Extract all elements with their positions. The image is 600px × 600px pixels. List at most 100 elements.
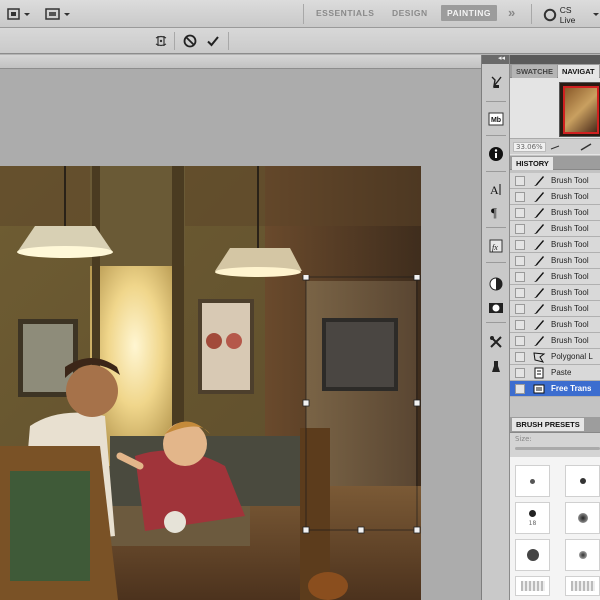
navigator-thumbnail[interactable]	[559, 82, 600, 137]
warp-button[interactable]	[152, 32, 170, 50]
history-snapshot-checkbox[interactable]	[515, 303, 525, 314]
panel-dock-header: ◂◂	[498, 54, 600, 64]
history-snapshot-checkbox[interactable]	[515, 223, 525, 234]
history-snapshot-checkbox[interactable]	[515, 335, 525, 346]
brush-size-label: Size:	[515, 435, 532, 443]
tab-swatches[interactable]: SWATCHE	[512, 65, 557, 78]
history-snapshot-checkbox[interactable]	[515, 367, 525, 378]
history-state[interactable]: Brush Tool	[510, 333, 600, 349]
brush-icon	[532, 270, 546, 284]
brush-presets-tab-row: BRUSH PRESETS	[510, 417, 600, 433]
character-icon: A	[490, 183, 501, 197]
history-snapshot-checkbox[interactable]	[515, 207, 525, 218]
brush-icon	[532, 302, 546, 316]
character-panel-button[interactable]: A	[487, 180, 505, 198]
commit-transform-button[interactable]	[204, 32, 222, 50]
svg-text:Mb: Mb	[491, 117, 501, 124]
zoom-out-icon[interactable]	[550, 143, 560, 151]
cslive-button[interactable]: CS Live	[543, 5, 600, 25]
clone-source-panel-button[interactable]	[487, 357, 505, 375]
history-state[interactable]: Brush Tool	[510, 269, 600, 285]
history-state[interactable]: Polygonal L	[510, 349, 600, 365]
workspace-essentials[interactable]: ESSENTIALS	[316, 8, 374, 18]
brush-presets-panel: Size: 18	[510, 433, 600, 600]
brush-icon	[532, 318, 546, 332]
workspace-design[interactable]: DESIGN	[392, 8, 428, 18]
history-state[interactable]: Brush Tool	[510, 253, 600, 269]
document-area	[0, 55, 481, 600]
brush-preset[interactable]	[515, 576, 550, 596]
history-state-label: Polygonal L	[551, 352, 593, 361]
masks-panel-button[interactable]	[487, 299, 505, 317]
mini-bridge-icon: Mb	[488, 112, 504, 126]
arrange-documents-button[interactable]	[44, 6, 72, 22]
screen-mode-button[interactable]	[6, 6, 32, 22]
divider	[486, 262, 506, 263]
history-snapshot-checkbox[interactable]	[515, 239, 525, 250]
document-tab-bar[interactable]	[0, 55, 481, 69]
history-state-label: Free Trans	[551, 384, 592, 393]
free-transform-icon	[532, 382, 546, 396]
brush-icon	[532, 174, 546, 188]
history-snapshot-checkbox[interactable]	[515, 255, 525, 266]
history-state[interactable]: Brush Tool	[510, 317, 600, 333]
history-state-label: Brush Tool	[551, 176, 589, 185]
adjustments-icon	[489, 277, 503, 291]
history-state[interactable]: Brush Tool	[510, 285, 600, 301]
more-workspaces-button[interactable]: »	[508, 5, 516, 20]
brush-size-slider[interactable]	[515, 447, 600, 450]
info-panel-button[interactable]	[487, 145, 505, 163]
history-state[interactable]: Free Trans	[510, 381, 600, 397]
workspace-painting[interactable]: PAINTING	[441, 5, 497, 21]
brush-preset[interactable]	[565, 539, 600, 571]
divider	[486, 101, 506, 102]
history-state[interactable]: Brush Tool	[510, 173, 600, 189]
brush-preset[interactable]: 18	[515, 502, 550, 534]
history-state[interactable]: Brush Tool	[510, 221, 600, 237]
brush-preset[interactable]	[565, 576, 600, 596]
paragraph-panel-button[interactable]: ¶	[487, 203, 505, 221]
arrange-documents-icon	[45, 8, 70, 20]
styles-panel-button[interactable]: fx	[487, 237, 505, 255]
history-state[interactable]: Brush Tool	[510, 189, 600, 205]
collapse-panels-button[interactable]: ◂◂	[498, 54, 505, 62]
history-state[interactable]: Brush Tool	[510, 205, 600, 221]
brush-preset[interactable]	[565, 502, 600, 534]
history-snapshot-checkbox[interactable]	[515, 383, 525, 394]
cslive-icon	[543, 8, 557, 22]
cancel-transform-button[interactable]	[181, 32, 199, 50]
tool-presets-panel-button[interactable]	[487, 333, 505, 351]
divider	[486, 322, 506, 323]
zoom-in-icon[interactable]	[580, 142, 592, 152]
history-state-label: Brush Tool	[551, 336, 589, 345]
history-state-label: Brush Tool	[551, 256, 589, 265]
zoom-value[interactable]: 33.06%	[513, 142, 546, 152]
brush-preset[interactable]	[565, 465, 600, 497]
brush-presets-grid: 18	[510, 457, 600, 600]
tools-icon	[490, 336, 502, 348]
adjustments-panel-button[interactable]	[487, 275, 505, 293]
tab-brush-presets[interactable]: BRUSH PRESETS	[512, 418, 584, 431]
history-state[interactable]: Brush Tool	[510, 237, 600, 253]
history-snapshot-checkbox[interactable]	[515, 271, 525, 282]
history-snapshot-checkbox[interactable]	[515, 175, 525, 186]
mini-bridge-button[interactable]: Mb	[487, 110, 505, 128]
history-snapshot-checkbox[interactable]	[515, 319, 525, 330]
brush-preset[interactable]	[515, 465, 550, 497]
history-state-label: Brush Tool	[551, 272, 589, 281]
navigator-view-box[interactable]	[563, 86, 599, 134]
history-state[interactable]: Brush Tool	[510, 301, 600, 317]
tool-presets-button[interactable]	[487, 73, 505, 91]
history-snapshot-checkbox[interactable]	[515, 191, 525, 202]
application-bar: ESSENTIALS DESIGN PAINTING » CS Live	[0, 0, 600, 28]
brush-preset[interactable]	[515, 539, 550, 571]
transform-bounding-box[interactable]	[300, 275, 422, 535]
tab-navigator[interactable]: NAVIGAT	[558, 65, 599, 78]
history-state-label: Brush Tool	[551, 192, 589, 201]
history-snapshot-checkbox[interactable]	[515, 351, 525, 362]
history-state-label: Brush Tool	[551, 288, 589, 297]
history-snapshot-checkbox[interactable]	[515, 287, 525, 298]
history-state[interactable]: Paste	[510, 365, 600, 381]
tab-history[interactable]: HISTORY	[512, 157, 553, 170]
brush-preset-icon	[491, 76, 502, 89]
